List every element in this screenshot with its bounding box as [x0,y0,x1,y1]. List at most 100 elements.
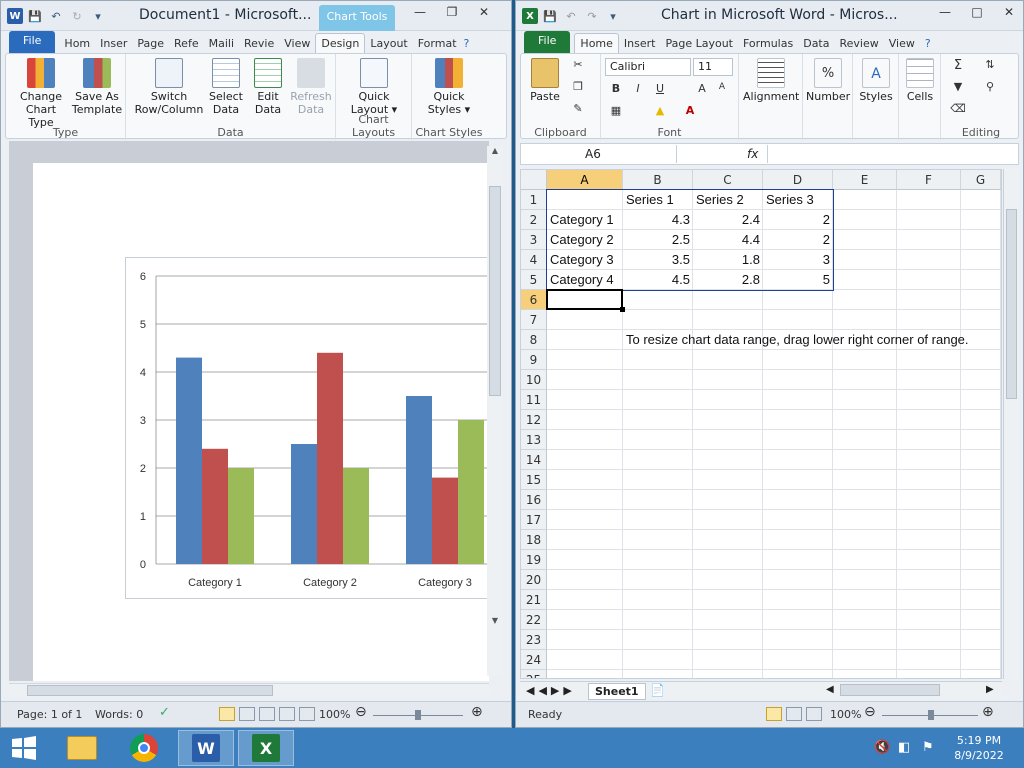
word-zoom-slider-thumb[interactable] [415,710,421,720]
page-layout-view-icon[interactable] [786,707,802,721]
row-header-12[interactable]: 12 [521,410,547,430]
row-header-11[interactable]: 11 [521,390,547,410]
tab-layout[interactable]: Layout [365,34,412,53]
tab-mailings[interactable]: Maili [204,34,239,53]
switch-row-column-button[interactable]: Switch Row/Column [134,58,204,116]
page-break-view-icon[interactable] [806,707,822,721]
fill-color-icon[interactable]: ▲ [651,104,669,120]
excel-tab-home[interactable]: Home [574,33,619,53]
tab-file[interactable]: File [9,31,56,53]
restore-icon[interactable]: ❐ [443,3,461,21]
value-cell[interactable]: 2.4 [693,210,763,230]
excel-redo-icon[interactable]: ↷ [583,7,601,25]
help-icon[interactable]: ? [462,34,475,53]
column-header-e[interactable]: E [833,170,897,190]
row-header-13[interactable]: 13 [521,430,547,450]
name-box[interactable]: A6 [523,145,677,163]
sheet-tab-sheet1[interactable]: Sheet1 [588,683,646,700]
alignment-button[interactable]: Alignment [743,58,799,103]
tab-format[interactable]: Format [413,34,462,53]
close-icon[interactable]: ✕ [475,3,493,21]
zoom-out-icon[interactable]: ⊖ [355,704,367,720]
row-header-21[interactable]: 21 [521,590,547,610]
fill-icon[interactable]: ▼ [949,80,967,96]
value-cell[interactable]: 2.5 [623,230,693,250]
value-cell[interactable]: 4.5 [623,270,693,290]
row-header-3[interactable]: 3 [521,230,547,250]
excel-zoom-in-icon[interactable]: ⊕ [982,704,994,720]
column-header-c[interactable]: C [693,170,763,190]
column-header-a[interactable]: A [547,170,623,190]
row-header-8[interactable]: 8 [521,330,547,350]
insert-sheet-icon[interactable]: 📄 [650,683,665,697]
excel-tab-data[interactable]: Data [798,34,834,53]
word-vertical-scroll-thumb[interactable] [489,186,501,396]
borders-icon[interactable]: ▦ [607,104,625,120]
row-header-1[interactable]: 1 [521,190,547,210]
select-all-corner[interactable] [521,170,547,190]
chrome-taskbar-icon[interactable] [116,730,172,766]
font-size-combo[interactable]: 11 [693,58,733,76]
sheet-nav-arrows[interactable]: ◀◀▶▶ [526,684,576,697]
full-screen-reading-icon[interactable] [239,707,255,721]
column-header-f[interactable]: F [897,170,961,190]
tab-review[interactable]: Revie [239,34,279,53]
start-button[interactable] [0,730,48,766]
excel-minimize-icon[interactable]: — [936,3,954,21]
font-color-icon[interactable]: A [681,104,699,120]
row-header-20[interactable]: 20 [521,570,547,590]
header-cell[interactable]: Series 1 [623,190,693,210]
tab-design[interactable]: Design [315,33,366,53]
column-header-b[interactable]: B [623,170,693,190]
tab-page-layout[interactable]: Page [132,34,169,53]
number-format-button[interactable]: % Number [806,58,850,103]
column-header-d[interactable]: D [763,170,833,190]
save-icon[interactable]: 💾 [26,7,44,25]
active-cell-a6[interactable] [546,289,623,310]
select-data-button[interactable]: Select Data [204,58,248,116]
shrink-font-icon[interactable]: A [713,82,731,98]
row-header-17[interactable]: 17 [521,510,547,530]
row-header-7[interactable]: 7 [521,310,547,330]
excel-taskbar-icon[interactable]: X [238,730,294,766]
category-cell[interactable]: Category 2 [547,230,623,250]
excel-tab-review[interactable]: Review [834,34,883,53]
cells-button[interactable]: Cells [901,58,939,103]
header-cell[interactable]: Series 3 [763,190,833,210]
word-zoom-level[interactable]: 100% [319,708,350,721]
worksheet-grid[interactable]: A B C D E F G 1 2 3 4 5 6 7 8 9 10 11 12 13 14 15 16 17 18 19 20 21… [520,169,1002,679]
insert-function-icon[interactable]: fx [747,145,758,163]
excel-maximize-icon[interactable]: □ [968,3,986,21]
sort-filter-icon[interactable]: ⇅ [981,58,999,74]
format-painter-icon[interactable]: ✎ [569,102,587,118]
redo-icon[interactable]: ↻ [68,7,86,25]
styles-button[interactable]: A Styles [856,58,896,103]
value-cell[interactable]: 3 [763,250,833,270]
word-taskbar-icon[interactable]: W [178,730,234,766]
draft-icon[interactable] [299,707,315,721]
excel-vertical-scrollbar[interactable] [1003,169,1019,679]
excel-undo-icon[interactable]: ↶ [562,7,580,25]
proofing-icon[interactable]: ✓ [159,705,170,720]
print-layout-icon[interactable] [219,707,235,721]
value-cell[interactable]: 5 [763,270,833,290]
value-cell[interactable]: 2 [763,230,833,250]
row-header-5[interactable]: 5 [521,270,547,290]
network-icon[interactable]: ◧ [898,740,910,755]
system-clock[interactable]: 5:19 PM 8/9/2022 [950,733,1008,763]
paste-button[interactable]: Paste [527,58,563,103]
fill-handle[interactable] [620,307,625,312]
excel-zoom-level[interactable]: 100% [830,708,861,721]
excel-app-icon[interactable]: X [522,8,538,24]
find-select-icon[interactable]: ⚲ [981,80,999,96]
hscroll-left-icon[interactable]: ◀ [826,684,834,695]
column-header-g[interactable]: G [961,170,1001,190]
tab-insert[interactable]: Inser [95,34,132,53]
italic-icon[interactable]: I [629,82,647,98]
row-header-23[interactable]: 23 [521,630,547,650]
excel-tab-insert[interactable]: Insert [619,34,661,53]
word-vertical-scrollbar[interactable]: ▲ ▼ [487,146,503,676]
excel-horizontal-scroll-thumb[interactable] [840,684,940,696]
edit-data-button[interactable]: Edit Data [248,58,288,116]
word-horizontal-scroll-thumb[interactable] [27,685,273,696]
